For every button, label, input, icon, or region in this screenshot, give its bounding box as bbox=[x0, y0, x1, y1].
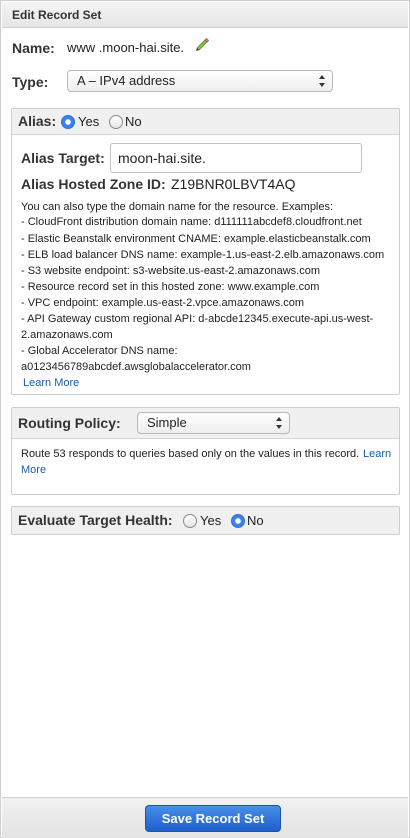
routing-policy-select[interactable]: Simple bbox=[137, 412, 290, 434]
alias-learn-more-link[interactable]: Learn More bbox=[23, 376, 79, 391]
alias-yes-label[interactable]: Yes bbox=[78, 114, 99, 130]
alias-no-radio[interactable] bbox=[109, 115, 123, 129]
name-label: Name: bbox=[12, 40, 55, 56]
health-yes-radio[interactable] bbox=[183, 514, 197, 528]
help-line: - Resource record set in this hosted zon… bbox=[21, 281, 320, 293]
help-line: - Elastic Beanstalk environment CNAME: e… bbox=[21, 233, 371, 245]
routing-learn-more-link[interactable]: Learn bbox=[363, 447, 391, 462]
save-record-set-button[interactable]: Save Record Set bbox=[145, 805, 281, 832]
alias-label: Alias: bbox=[18, 113, 57, 129]
health-no-radio[interactable] bbox=[231, 514, 245, 528]
pencil-icon[interactable] bbox=[194, 36, 210, 52]
health-no-label[interactable]: No bbox=[247, 513, 264, 529]
hosted-zone-label: Alias Hosted Zone ID: bbox=[21, 176, 166, 192]
type-label: Type: bbox=[12, 74, 49, 90]
alias-yes-radio[interactable] bbox=[61, 115, 75, 129]
help-line: - Global Accelerator DNS name: bbox=[21, 345, 178, 357]
help-line: - API Gateway custom regional API: d-abc… bbox=[21, 313, 374, 325]
hosted-zone-value: Z19BNR0LBVT4AQ bbox=[171, 176, 296, 192]
alias-no-label[interactable]: No bbox=[125, 114, 142, 130]
evaluate-health-label: Evaluate Target Health: bbox=[18, 512, 173, 528]
alias-target-input[interactable]: moon-hai.site. bbox=[110, 143, 362, 173]
routing-description: Route 53 responds to queries based only … bbox=[21, 448, 360, 460]
type-select[interactable]: A – IPv4 address bbox=[67, 70, 333, 92]
type-select-value: A – IPv4 address bbox=[77, 73, 176, 88]
help-line: a0123456789abcdef.awsglobalaccelerator.c… bbox=[21, 361, 251, 373]
help-line: 2.amazonaws.com bbox=[21, 329, 113, 341]
help-line: - VPC endpoint: example.us-east-2.vpce.a… bbox=[21, 297, 305, 309]
help-line: - ELB load balancer DNS name: example-1.… bbox=[21, 249, 385, 261]
routing-policy-value: Simple bbox=[147, 415, 187, 430]
help-line: You can also type the domain name for th… bbox=[21, 201, 334, 213]
select-arrows-icon bbox=[319, 75, 325, 87]
name-value: www .moon-hai.site. bbox=[67, 40, 185, 55]
help-line: - S3 website endpoint: s3-website.us-eas… bbox=[21, 265, 320, 277]
alias-target-label: Alias Target: bbox=[21, 150, 105, 166]
edit-record-set-panel: Edit Record Set Name: www .moon-hai.site… bbox=[0, 0, 410, 838]
select-arrows-icon bbox=[276, 417, 282, 429]
routing-learn-more-link[interactable]: More bbox=[21, 463, 46, 478]
health-yes-label[interactable]: Yes bbox=[200, 513, 221, 529]
routing-policy-label: Routing Policy: bbox=[18, 415, 121, 431]
help-line: - CloudFront distribution domain name: d… bbox=[21, 216, 362, 228]
panel-title: Edit Record Set bbox=[2, 2, 408, 28]
